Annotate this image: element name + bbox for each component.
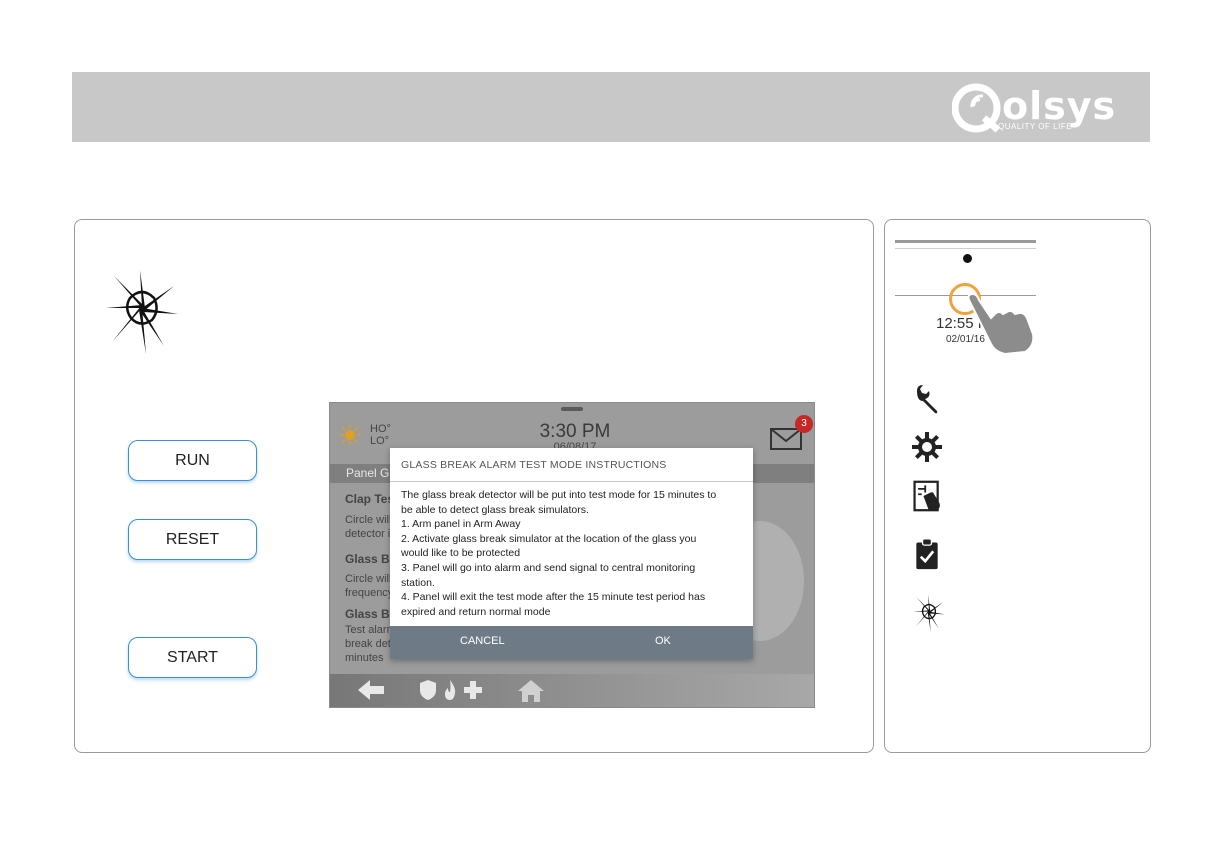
camera-dot (963, 254, 972, 263)
glass-break-icon (106, 270, 178, 354)
plus-icon[interactable] (464, 680, 482, 700)
fire-icon[interactable] (442, 680, 458, 700)
bottom-nav-bar (330, 674, 814, 707)
qolsys-logo: olsys QUALITY OF LIFE (952, 80, 1132, 136)
dialog-footer: CANCEL OK (390, 626, 753, 659)
gear-icon[interactable] (911, 431, 943, 463)
dialog-line: would like to be protected (401, 547, 521, 560)
mail-count-badge: 3 (795, 415, 813, 433)
dialog-line: 1. Arm panel in Arm Away (401, 518, 521, 531)
dialog-line: be able to detect glass break simulators… (401, 503, 589, 516)
mini-screen-divider (895, 248, 1036, 249)
panel-time: 3:30 PM (539, 421, 611, 442)
reset-button[interactable]: RESET (128, 519, 257, 560)
dialog-line: The glass break detector will be put int… (401, 489, 717, 501)
header-bar: olsys QUALITY OF LIFE (72, 72, 1150, 142)
home-icon[interactable] (518, 680, 544, 702)
dialog-line: 2. Activate glass break simulator at the… (401, 532, 697, 545)
dialog-title: GLASS BREAK ALARM TEST MODE INSTRUCTIONS (401, 459, 667, 471)
ok-button[interactable]: OK (655, 635, 671, 647)
logo-tagline: QUALITY OF LIFE (998, 122, 1073, 131)
test-mode-dialog: GLASS BREAK ALARM TEST MODE INSTRUCTIONS… (390, 448, 753, 659)
dialog-line: expired and return normal mode (401, 605, 551, 618)
pointing-hand-icon (967, 292, 1035, 354)
logo-q-icon (952, 83, 1001, 133)
weather-high: HO° (370, 423, 391, 435)
dialog-divider (390, 481, 753, 482)
clipboard-check-icon[interactable] (911, 538, 943, 570)
sun-icon (340, 425, 360, 445)
glass-break-icon[interactable] (910, 594, 948, 632)
run-button[interactable]: RUN (128, 440, 257, 481)
dialog-line: 3. Panel will go into alarm and send sig… (401, 561, 696, 574)
shield-icon[interactable] (420, 680, 436, 700)
dialog-line: station. (401, 576, 435, 589)
pull-down-handle[interactable] (561, 407, 583, 411)
back-arrow-icon[interactable] (358, 680, 386, 700)
cancel-button[interactable]: CANCEL (460, 635, 505, 647)
dialog-body: The glass break detector will be put int… (401, 488, 746, 619)
dialog-line: 4. Panel will exit the test mode after t… (401, 591, 706, 604)
wrench-icon[interactable] (911, 383, 943, 415)
weather-low: LO° (370, 435, 390, 447)
mini-screen-top-line (895, 240, 1036, 243)
installation-hand-icon[interactable] (911, 480, 943, 512)
section-bar-title: Panel Gl (346, 466, 393, 480)
start-button[interactable]: START (128, 637, 257, 678)
